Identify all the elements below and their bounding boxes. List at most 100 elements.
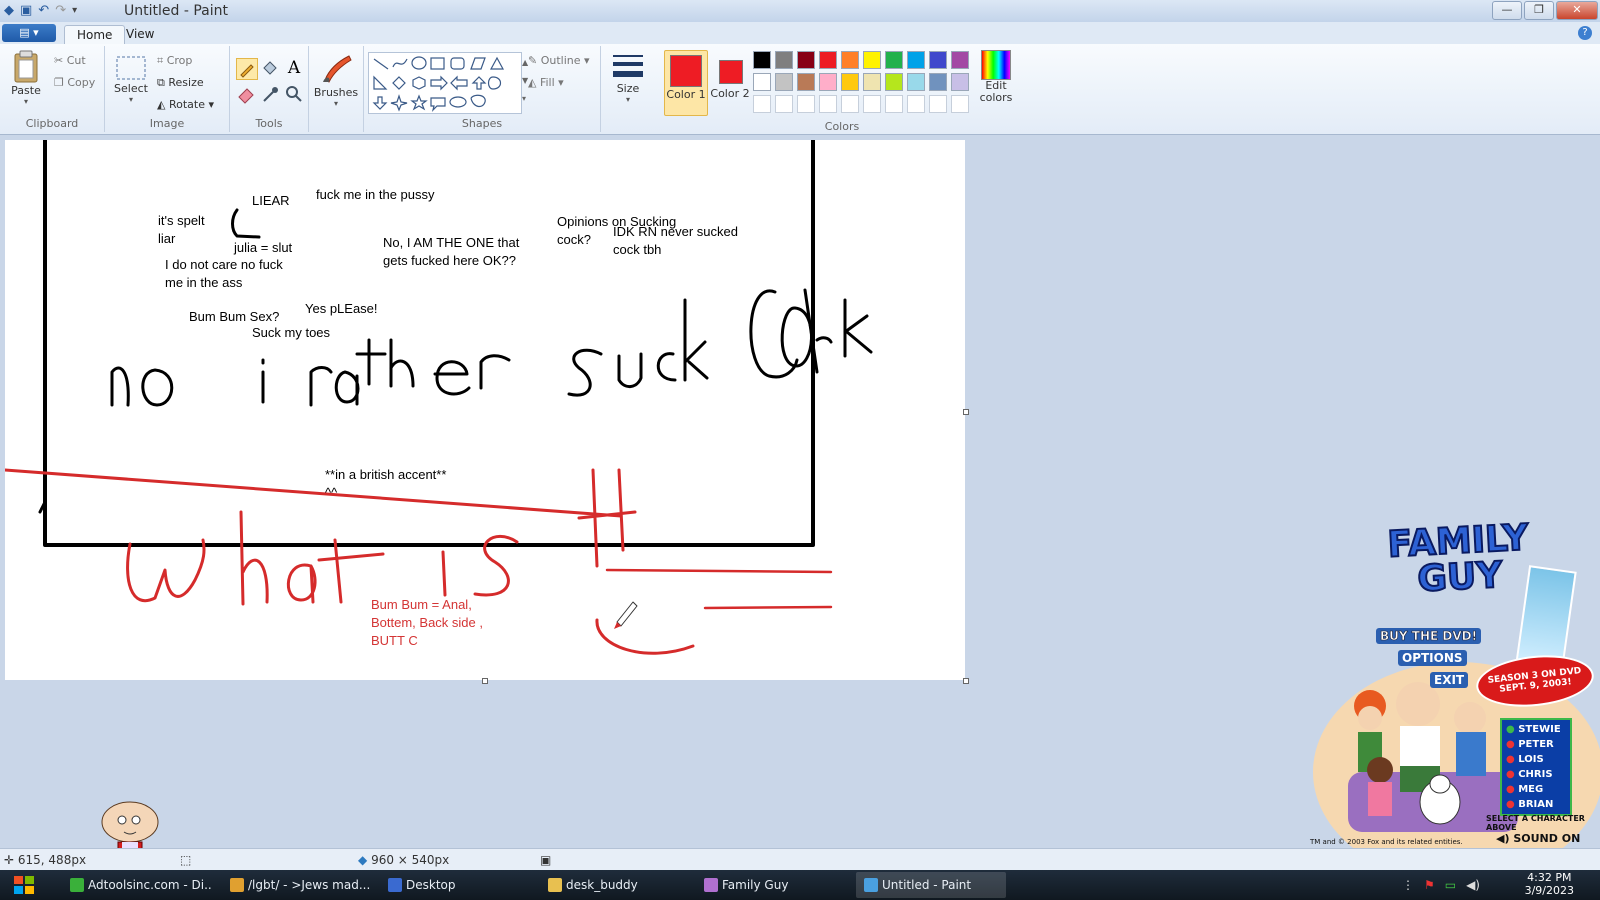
resize-button[interactable]: ⧉ Resize [157,76,204,90]
select-button[interactable]: Select ▾ [111,54,151,104]
pencil-tool[interactable] [236,58,258,80]
shapes-gallery[interactable] [368,52,522,114]
maximize-button[interactable]: ❐ [1524,1,1554,20]
magnifier-tool[interactable] [284,84,304,104]
custom-color-slot[interactable] [797,95,815,113]
customize-qat-icon[interactable]: ▾ [72,5,77,16]
fg-character-item[interactable]: ● STEWIE [1502,722,1570,737]
edit-colors-button[interactable]: Edit colors [976,50,1016,104]
taskbar-item-family-guy[interactable]: Family Guy [696,872,846,898]
network-icon[interactable]: ▭ [1445,878,1456,892]
canvas-resize-handle-bottom[interactable] [482,678,488,684]
taskbar-item-desktop[interactable]: Desktop [380,872,530,898]
taskbar: Adtoolsinc.com - Di... /lgbt/ - >Jews mad… [0,870,1600,900]
custom-color-slot[interactable] [951,95,969,113]
fill-button[interactable]: ◭ Fill ▾ [528,76,564,89]
palette-swatch[interactable] [885,73,903,91]
rotate-button[interactable]: ◭ Rotate ▾ [157,98,214,111]
palette-swatch[interactable] [863,73,881,91]
color1-button[interactable]: Color 1 [664,50,708,116]
palette-swatch[interactable] [929,51,947,69]
action-center-flag-icon[interactable]: ⚑ [1424,878,1435,892]
palette-swatch[interactable] [863,51,881,69]
custom-color-slot[interactable] [907,95,925,113]
custom-color-slot[interactable] [863,95,881,113]
palette-swatch[interactable] [775,51,793,69]
hook-arrow-stroke [231,208,261,239]
tab-view[interactable]: View [114,25,166,44]
palette-swatch[interactable] [819,73,837,91]
custom-color-slot[interactable] [929,95,947,113]
taskbar-clock[interactable]: 4:32 PM 3/9/2023 [1525,871,1574,897]
tray-overflow-icon[interactable]: ⋮ [1402,878,1414,892]
palette-swatch[interactable] [907,51,925,69]
color2-button[interactable]: Color 2 [710,50,750,114]
color-picker-tool[interactable] [260,84,280,104]
size-button[interactable]: Size ▾ [608,52,648,104]
fg-character-item[interactable]: ● LOIS [1502,752,1570,767]
paint-app-icon[interactable]: ◆ [4,3,14,18]
palette-swatch[interactable] [885,51,903,69]
palette-swatch[interactable] [775,73,793,91]
drawing-canvas[interactable]: LIEAR fuck me in the pussy it's spelt li… [5,140,965,680]
minimize-button[interactable]: — [1492,1,1522,20]
fg-buy-dvd-button[interactable]: BUY THE DVD! [1376,628,1482,644]
outline-button[interactable]: ✎ Outline ▾ [528,54,590,67]
title-bar: ◆ ▣ ↶ ↷ ▾ Untitled - Paint — ❐ ✕ [0,0,1600,23]
palette-swatch[interactable] [951,51,969,69]
fg-options-button[interactable]: OPTIONS [1398,650,1467,666]
text-tool[interactable]: A [284,58,304,78]
canvas-resize-handle-right[interactable] [963,409,969,415]
palette-swatch[interactable] [819,51,837,69]
outline-label: Outline [540,54,581,67]
palette-swatch[interactable] [929,73,947,91]
undo-icon[interactable]: ↶ [38,3,49,18]
help-icon[interactable]: ? [1578,26,1592,40]
paint-menu-button[interactable]: ▤ ▾ [2,24,56,42]
palette-swatch[interactable] [841,51,859,69]
fg-character-item[interactable]: ● CHRIS [1502,767,1570,782]
palette-swatch[interactable] [797,73,815,91]
color-spectrum-icon [981,50,1011,80]
close-button[interactable]: ✕ [1556,1,1598,20]
fill-tool[interactable] [260,58,280,78]
custom-color-slot[interactable] [841,95,859,113]
palette-swatch[interactable] [907,73,925,91]
save-icon[interactable]: ▣ [20,3,32,18]
canvas-resize-handle-corner[interactable] [963,678,969,684]
redo-icon[interactable]: ↷ [55,3,66,18]
copy-button[interactable]: ❐ Copy [54,76,95,89]
custom-color-slot[interactable] [753,95,771,113]
taskbar-item-desk-buddy[interactable]: desk_buddy [540,872,690,898]
tools-group: A Tools [230,46,309,132]
family-guy-menu-overlay[interactable]: FAMILY GUY BUY THE DVD! OPTIONS EXIT SEA… [1308,516,1600,870]
fg-exit-button[interactable]: EXIT [1430,672,1469,688]
custom-color-slot[interactable] [775,95,793,113]
eraser-tool[interactable] [236,84,256,104]
brushes-button[interactable]: Brushes ▾ [313,52,359,108]
paste-icon [14,50,38,83]
paste-button[interactable]: Paste ▾ [6,50,46,106]
text-bum-definition: Bum Bum = Anal, Bottem, Back side , BUTT… [371,597,483,648]
taskbar-item-untitled-paint[interactable]: Untitled - Paint [856,872,1006,898]
palette-swatch[interactable] [797,51,815,69]
select-icon [116,56,146,80]
brushes-group: Brushes ▾ [309,46,364,132]
custom-color-slot[interactable] [885,95,903,113]
custom-color-slot[interactable] [819,95,837,113]
volume-icon[interactable]: ◀) [1466,878,1480,892]
palette-swatch[interactable] [951,73,969,91]
start-button[interactable] [8,873,42,897]
fg-character-item[interactable]: ● PETER [1502,737,1570,752]
palette-swatch[interactable] [753,51,771,69]
fg-sound-toggle[interactable]: ◀) SOUND ON [1496,832,1580,845]
fg-character-item[interactable]: ● MEG [1502,782,1570,797]
cut-button[interactable]: ✂ Cut [54,54,86,67]
text-no-care: I do not care no fuck me in the ass [165,257,283,290]
taskbar-item-lgbt-browser[interactable]: /lgbt/ - >Jews mad... [222,872,372,898]
palette-swatch[interactable] [841,73,859,91]
crop-button[interactable]: ⌗ Crop [157,54,192,68]
taskbar-item-adtools[interactable]: Adtoolsinc.com - Di... [62,872,212,898]
palette-swatch[interactable] [753,73,771,91]
fg-character-item[interactable]: ● BRIAN [1502,797,1570,812]
